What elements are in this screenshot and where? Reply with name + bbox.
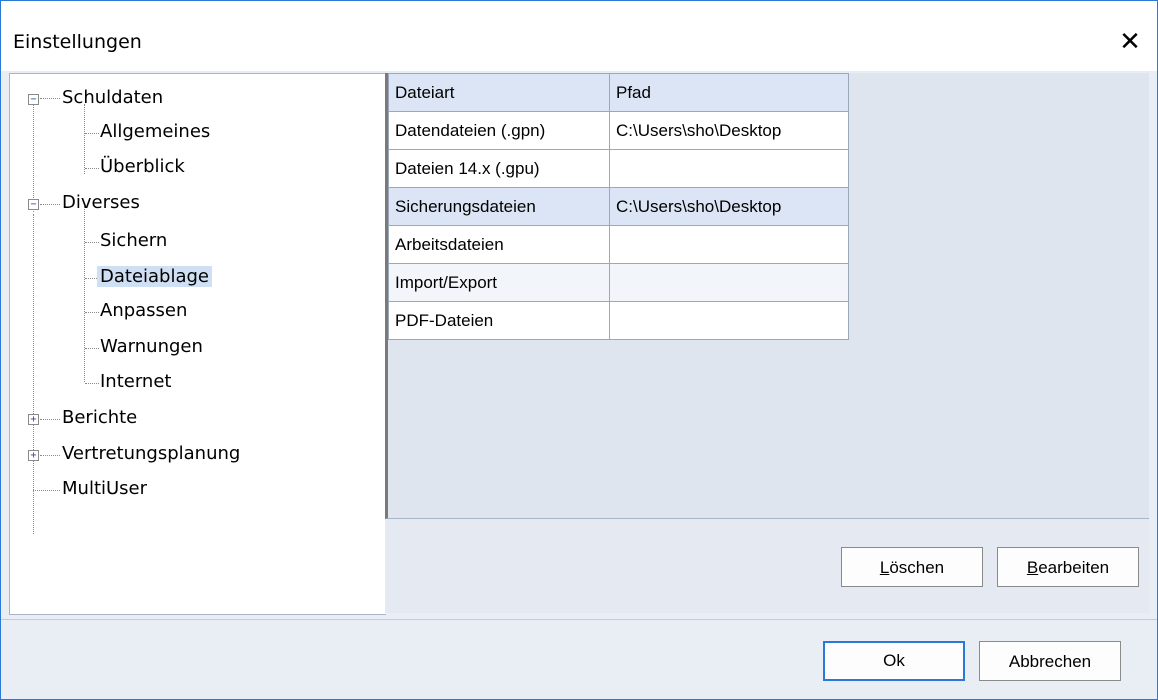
tree-item-label: Dateiablage xyxy=(97,266,213,287)
cell-dateiart[interactable]: Dateien 14.x (.gpu) xyxy=(388,149,610,188)
delete-button[interactable]: Löschen xyxy=(841,547,983,587)
tree-item-multiuser[interactable]: MultiUser xyxy=(62,476,147,502)
delete-button-label: öschen xyxy=(889,558,945,577)
table-header-row: Dateiart Pfad xyxy=(388,73,849,112)
cancel-button[interactable]: Abbrechen xyxy=(979,641,1121,681)
edit-button-accesskey: B xyxy=(1026,558,1039,577)
cell-pfad[interactable]: C:\Users\sho\Desktop xyxy=(609,111,849,150)
cell-dateiart[interactable]: Sicherungsdateien xyxy=(388,187,610,226)
tree-item-berichte[interactable]: Berichte xyxy=(62,405,137,431)
cell-pfad[interactable]: C:\Users\sho\Desktop xyxy=(609,187,849,226)
settings-dialog: Einstellungen ✕ − Schuldaten Allgemeines… xyxy=(0,0,1158,700)
tree-item-label: Warnungen xyxy=(100,336,203,357)
cell-pfad[interactable] xyxy=(609,225,849,264)
table-row[interactable]: PDF-Dateien xyxy=(388,301,849,340)
tree-item-anpassen[interactable]: Anpassen xyxy=(100,298,187,324)
expand-icon[interactable]: + xyxy=(28,414,39,425)
tree-item-label: Internet xyxy=(100,371,172,392)
tree-item-internet[interactable]: Internet xyxy=(100,369,171,395)
settings-tree[interactable]: − Schuldaten Allgemeines Überblick − Div… xyxy=(9,73,386,615)
table-row[interactable]: Dateien 14.x (.gpu) xyxy=(388,149,849,188)
cell-dateiart[interactable]: Datendateien (.gpn) xyxy=(388,111,610,150)
tree-item-label: Anpassen xyxy=(100,300,188,321)
table-row[interactable]: Import/Export xyxy=(388,263,849,302)
tree-item-label: MultiUser xyxy=(62,478,148,499)
tree-item-label: Allgemeines xyxy=(100,121,211,142)
table-row-selected[interactable]: Sicherungsdateien C:\Users\sho\Desktop xyxy=(388,187,849,226)
tree-item-label: Schuldaten xyxy=(62,87,164,108)
tree-item-label: Überblick xyxy=(100,156,185,177)
column-header-pfad: Pfad xyxy=(609,73,849,112)
tree-item-schuldaten[interactable]: Schuldaten xyxy=(62,85,163,111)
collapse-icon[interactable]: − xyxy=(28,199,39,210)
tree-item-label: Berichte xyxy=(62,407,138,428)
tree-item-diverses[interactable]: Diverses xyxy=(62,190,140,216)
tree-item-vertretungsplanung[interactable]: Vertretungsplanung xyxy=(62,441,240,467)
collapse-icon[interactable]: − xyxy=(28,94,39,105)
file-location-table[interactable]: Dateiart Pfad Datendateien (.gpn) C:\Use… xyxy=(388,73,849,340)
edit-button-label: earbeiten xyxy=(1038,558,1110,577)
table-row[interactable]: Datendateien (.gpn) C:\Users\sho\Desktop xyxy=(388,111,849,150)
cell-pfad[interactable] xyxy=(609,149,849,188)
cell-dateiart[interactable]: PDF-Dateien xyxy=(388,301,610,340)
ok-button[interactable]: Ok xyxy=(823,641,965,681)
tree-item-label: Sichern xyxy=(100,230,168,251)
cell-dateiart[interactable]: Arbeitsdateien xyxy=(388,225,610,264)
tree-item-dateiablage[interactable]: Dateiablage xyxy=(97,264,213,290)
tree-item-label: Diverses xyxy=(62,192,140,213)
expand-icon[interactable]: + xyxy=(28,450,39,461)
cell-dateiart[interactable]: Import/Export xyxy=(388,263,610,302)
content-pane: Dateiart Pfad Datendateien (.gpn) C:\Use… xyxy=(385,73,1149,613)
tree-item-warnungen[interactable]: Warnungen xyxy=(100,334,203,360)
column-header-dateiart: Dateiart xyxy=(388,73,610,112)
close-icon[interactable]: ✕ xyxy=(1111,23,1149,61)
cell-pfad[interactable] xyxy=(609,301,849,340)
tree-item-allgemeines[interactable]: Allgemeines xyxy=(100,119,210,145)
delete-button-accesskey: L xyxy=(879,558,890,577)
file-location-grid-area: Dateiart Pfad Datendateien (.gpn) C:\Use… xyxy=(385,73,1149,519)
tree-item-ueberblick[interactable]: Überblick xyxy=(100,154,185,180)
edit-button[interactable]: Bearbeiten xyxy=(997,547,1139,587)
tree-item-sichern[interactable]: Sichern xyxy=(100,228,167,254)
footer-divider xyxy=(1,619,1157,620)
dialog-title: Einstellungen xyxy=(13,31,142,53)
tree-item-label: Vertretungsplanung xyxy=(62,443,241,464)
title-bar: Einstellungen ✕ xyxy=(1,1,1157,71)
cell-pfad[interactable] xyxy=(609,263,849,302)
table-row[interactable]: Arbeitsdateien xyxy=(388,225,849,264)
